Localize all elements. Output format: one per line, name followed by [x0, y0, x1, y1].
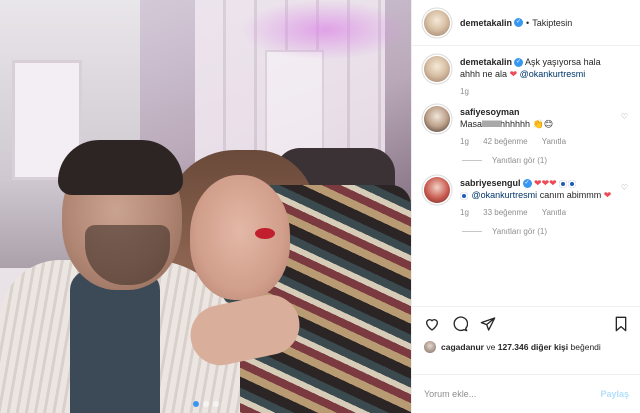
smile-emoji-icon: 😊 — [543, 119, 554, 129]
comment-meta: 1g 33 beğenme Yanıtla — [460, 207, 614, 219]
red-heart-icon: ❤ — [509, 69, 518, 79]
comment-mention[interactable]: @okankurtresmi — [472, 190, 538, 200]
view-replies[interactable]: Yanıtları gör (1) — [462, 227, 628, 236]
post-comment-button[interactable]: Paylaş — [600, 389, 629, 399]
comment-text: canım abimmm — [539, 190, 602, 200]
commenter-avatar[interactable] — [424, 106, 450, 132]
woman-lips — [255, 228, 275, 239]
replies-line — [462, 231, 482, 232]
carousel-dot[interactable] — [202, 401, 209, 407]
caption: demetakalin ✓ Aşk yaşıyorsa hala ahhh ne … — [424, 56, 628, 98]
view-replies-label: Yanıtları gör (1) — [492, 156, 547, 165]
dot-separator: • — [526, 17, 530, 28]
follow-status-button[interactable]: Takiptesin — [532, 18, 572, 28]
verified-icon: ✓ — [522, 179, 532, 189]
commenter-avatar[interactable] — [424, 177, 450, 203]
comment-box: Paylaş — [412, 374, 640, 413]
like-heart-icon[interactable] — [424, 316, 440, 332]
comment-input[interactable] — [424, 389, 601, 399]
view-replies-label: Yanıtları gör (1) — [492, 227, 547, 236]
comment-likes[interactable]: 42 beğenme — [483, 137, 527, 146]
man-hair — [58, 140, 183, 195]
bookmark-icon[interactable] — [613, 316, 629, 332]
post-photo[interactable] — [0, 0, 411, 413]
reply-button[interactable]: Yanıtla — [542, 208, 566, 217]
woman-face — [190, 175, 290, 300]
verified-icon: ✓ — [514, 58, 524, 68]
carousel-dot[interactable] — [212, 401, 219, 407]
header-text: demetakalin ✓ • Takiptesin — [460, 18, 572, 28]
comment-username[interactable]: sabriyesengul — [460, 178, 521, 188]
liker-avatar — [424, 341, 436, 353]
post-panel: demetakalin ✓ • Takiptesin demetakalin ✓ … — [411, 0, 640, 413]
view-replies[interactable]: Yanıtları gör (1) — [462, 156, 628, 165]
clap-emoji-icon: 👏 — [532, 119, 544, 129]
post-header: demetakalin ✓ • Takiptesin — [412, 0, 640, 46]
likes-connector: ve — [486, 342, 496, 352]
comment-likes[interactable]: 33 beğenme — [483, 208, 527, 217]
red-heart-icon: ❤❤❤ — [534, 178, 557, 188]
comment-like-heart-icon[interactable]: ♡ — [621, 183, 628, 192]
caption-mention[interactable]: @okankurtresmi — [520, 69, 586, 79]
carousel-dot-active[interactable] — [192, 401, 199, 407]
comment-body: sabriyesengul ✓ ❤❤❤ @okankurtresmi canım … — [460, 177, 628, 219]
comments-list: demetakalin ✓ Aşk yaşıyorsa hala ahhh ne … — [412, 46, 640, 302]
post-actions: cagadanur ve 127.346 diğer kişi beğendi — [412, 306, 640, 353]
caption-avatar[interactable] — [424, 56, 450, 82]
comment: safiyesoyman Masalllllllllhhhhhh 👏😊 1g 4… — [424, 106, 628, 148]
first-liker[interactable]: cagadanur — [441, 342, 484, 352]
author-username[interactable]: demetakalin — [460, 18, 512, 28]
man-shirt — [70, 270, 160, 413]
reply-button[interactable]: Yanıtla — [542, 137, 566, 146]
caption-username[interactable]: demetakalin — [460, 57, 512, 67]
red-heart-icon: ❤ — [603, 190, 612, 200]
replies-line — [462, 160, 482, 161]
purple-light — [240, 0, 410, 60]
comment-text: Masalllllllllhhhhhh — [460, 119, 531, 129]
verified-icon: ✓ — [514, 18, 524, 27]
caption-body: demetakalin ✓ Aşk yaşıyorsa hala ahhh ne … — [460, 56, 628, 98]
likes-others[interactable]: 127.346 diğer kişi — [498, 342, 568, 352]
comment-username[interactable]: safiyesoyman — [460, 107, 520, 117]
nazar-eye-icon — [460, 191, 468, 200]
caption-time[interactable]: 1g — [460, 87, 469, 96]
comment-time[interactable]: 1g — [460, 208, 469, 217]
likes-suffix: beğendi — [570, 342, 601, 352]
comment-like-heart-icon[interactable]: ♡ — [621, 112, 628, 121]
caption-meta: 1g — [460, 86, 614, 98]
nazar-eye-icon — [559, 179, 568, 188]
action-icons — [424, 307, 629, 341]
likes-summary[interactable]: cagadanur ve 127.346 diğer kişi beğendi — [424, 341, 629, 353]
comment-body: safiyesoyman Masalllllllllhhhhhh 👏😊 1g 4… — [460, 106, 628, 148]
share-icon[interactable] — [480, 316, 496, 332]
nazar-eye-icon — [568, 179, 577, 188]
carousel-dots — [0, 401, 411, 407]
comment-time[interactable]: 1g — [460, 137, 469, 146]
author-avatar[interactable] — [424, 9, 450, 36]
comment-icon[interactable] — [452, 316, 468, 332]
comment: sabriyesengul ✓ ❤❤❤ @okankurtresmi canım … — [424, 177, 628, 219]
comment-meta: 1g 42 beğenme Yanıtla — [460, 136, 614, 148]
